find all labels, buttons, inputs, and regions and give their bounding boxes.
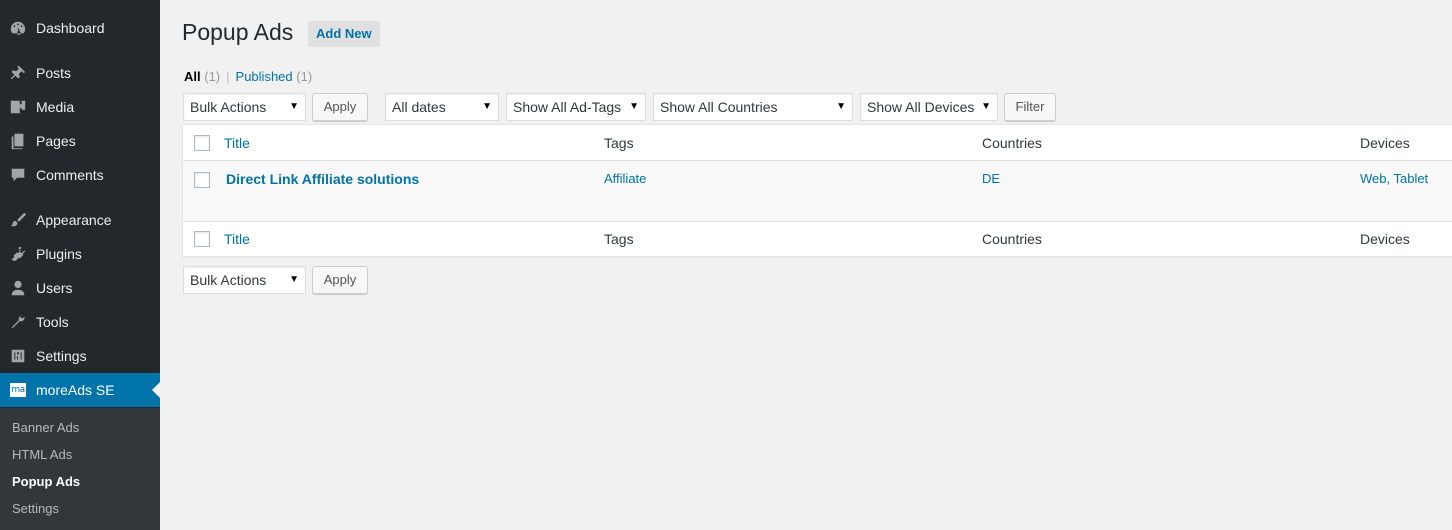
dropdown-arrow-icon: ▼ [482,101,492,112]
view-all-link[interactable]: All [184,69,201,84]
bulk-actions-value: Bulk Actions [190,272,267,288]
moreads-logo-icon: ma [10,383,26,397]
row-devices-link[interactable]: Web, Tablet [1360,171,1428,186]
row-countries-link[interactable]: DE [982,171,1000,186]
dates-select[interactable]: All dates ▼ [385,93,499,121]
sidebar-item-appearance[interactable]: Appearance [0,203,160,237]
wrench-icon [0,313,36,331]
column-countries: Countries [982,135,1042,151]
table-header: Title Tags Countries Devices [183,125,1452,161]
brush-icon [0,211,36,229]
sidebar-item-tools[interactable]: Tools [0,305,160,339]
devices-select[interactable]: Show All Devices ▼ [860,93,998,121]
countries-value: Show All Countries [660,99,778,115]
user-icon [0,279,36,297]
sidebar-item-label: Users [36,280,73,296]
sidebar-item-comments[interactable]: Comments [0,158,160,192]
countries-select[interactable]: Show All Countries ▼ [653,93,853,121]
sidebar-item-plugins[interactable]: Plugins [0,237,160,271]
comment-icon [0,166,36,184]
dates-value: All dates [392,99,446,115]
filter-button[interactable]: Filter [1004,93,1056,121]
sidebar-item-media[interactable]: Media [0,90,160,124]
dropdown-arrow-icon: ▼ [981,101,991,112]
table-row: Direct Link Affiliate solutions Affiliat… [183,161,1452,221]
pages-icon [0,132,36,150]
sidebar-item-label: Tools [36,314,69,330]
sidebar-item-settings[interactable]: Settings [0,339,160,373]
row-checkbox[interactable] [194,172,210,188]
apply-button[interactable]: Apply [312,93,368,121]
devices-value: Show All Devices [867,99,975,115]
column-devices: Devices [1360,135,1410,151]
sidebar-item-label: Dashboard [36,20,105,36]
bulk-actions-select-bottom[interactable]: Bulk Actions ▼ [183,266,306,294]
row-tags-link[interactable]: Affiliate [604,171,646,186]
column-tags-footer: Tags [604,231,634,247]
ads-table: Title Tags Countries Devices Direct Link… [182,124,1452,257]
view-published-link[interactable]: Published [236,69,293,84]
view-all-count: (1) [204,69,221,84]
add-new-button[interactable]: Add New [308,21,380,47]
sidebar-item-label: moreAds SE [36,382,115,398]
sidebar-item-label: Plugins [36,246,82,262]
dropdown-arrow-icon: ▼ [629,101,639,112]
status-views: All (1) | Published (1) [184,69,312,84]
column-tags: Tags [604,135,634,151]
sidebar-item-users[interactable]: Users [0,271,160,305]
column-devices-footer: Devices [1360,231,1410,247]
dropdown-arrow-icon: ▼ [289,101,299,112]
select-all-checkbox-footer[interactable] [194,231,210,247]
view-published-count: (1) [296,69,313,84]
select-all-checkbox[interactable] [194,135,210,151]
sidebar-item-moreads[interactable]: ma moreAds SE [0,373,160,407]
sidebar-item-label: Comments [36,167,104,183]
sidebar-item-label: Appearance [36,212,112,228]
settings-sliders-icon [0,347,36,365]
column-countries-footer: Countries [982,231,1042,247]
page-title: Popup Ads [182,19,294,45]
admin-sidebar: Dashboard Posts Media Pages Comments App… [0,0,160,530]
sidebar-item-pages[interactable]: Pages [0,124,160,158]
column-title-footer[interactable]: Title [224,231,250,247]
submenu-item-settings[interactable]: Settings [12,501,59,516]
submenu-item-html-ads[interactable]: HTML Ads [12,447,72,462]
submenu-item-banner-ads[interactable]: Banner Ads [12,420,79,435]
pin-icon [0,64,36,82]
dropdown-arrow-icon: ▼ [836,101,846,112]
sidebar-item-label: Posts [36,65,72,81]
sidebar-item-dashboard[interactable]: Dashboard [0,11,160,45]
ad-tags-select[interactable]: Show All Ad-Tags ▼ [506,93,646,121]
dashboard-icon [0,19,36,37]
table-footer: Title Tags Countries Devices [183,221,1452,257]
bulk-actions-value: Bulk Actions [190,99,267,115]
submenu-item-popup-ads[interactable]: Popup Ads [12,474,80,489]
media-icon [0,98,36,116]
sidebar-item-label: Settings [36,348,87,364]
column-title[interactable]: Title [224,135,250,151]
sidebar-item-label: Pages [36,133,76,149]
sidebar-item-posts[interactable]: Posts [0,56,160,90]
sidebar-item-label: Media [36,99,75,115]
bulk-actions-select[interactable]: Bulk Actions ▼ [183,93,306,121]
plug-icon [0,245,36,263]
apply-button-bottom[interactable]: Apply [312,266,368,294]
ad-tags-value: Show All Ad-Tags [513,99,622,115]
dropdown-arrow-icon: ▼ [289,274,299,285]
view-separator: | [226,69,230,84]
moreads-submenu: Banner Ads HTML Ads Popup Ads Settings [0,408,160,530]
row-title-link[interactable]: Direct Link Affiliate solutions [226,171,419,187]
